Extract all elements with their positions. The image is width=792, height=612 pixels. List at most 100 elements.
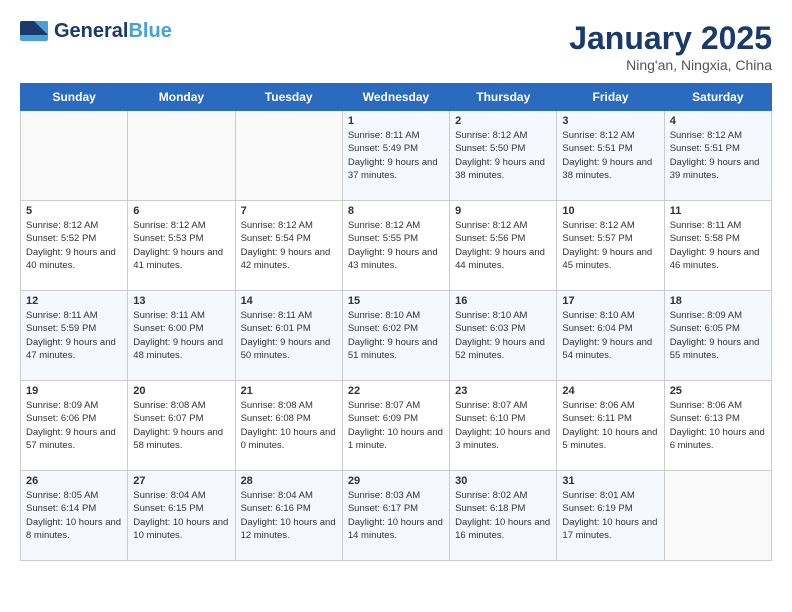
cell-week5-day2: 28 Sunrise: 8:04 AM Sunset: 6:16 PM Dayli… bbox=[235, 471, 342, 561]
cell-week5-day3: 29 Sunrise: 8:03 AM Sunset: 6:17 PM Dayli… bbox=[342, 471, 449, 561]
col-monday: Monday bbox=[128, 84, 235, 111]
day-number: 4 bbox=[670, 115, 766, 127]
day-info: Sunrise: 8:09 AM Sunset: 6:06 PM Dayligh… bbox=[26, 399, 122, 452]
cell-week1-day5: 3 Sunrise: 8:12 AM Sunset: 5:51 PM Daylig… bbox=[557, 111, 664, 201]
logo: GeneralBlue bbox=[20, 20, 172, 42]
day-number: 26 bbox=[26, 475, 122, 487]
day-info: Sunrise: 8:12 AM Sunset: 5:56 PM Dayligh… bbox=[455, 219, 551, 272]
cell-week2-day6: 11Sunrise: 8:11 AM Sunset: 5:58 PM Dayli… bbox=[664, 201, 771, 291]
col-sunday: Sunday bbox=[21, 84, 128, 111]
day-number: 20 bbox=[133, 385, 229, 397]
day-info: Sunrise: 8:10 AM Sunset: 6:03 PM Dayligh… bbox=[455, 309, 551, 362]
day-number: 5 bbox=[26, 205, 122, 217]
header-row: Sunday Monday Tuesday Wednesday Thursday… bbox=[21, 84, 772, 111]
col-wednesday: Wednesday bbox=[342, 84, 449, 111]
day-number: 16 bbox=[455, 295, 551, 307]
cell-week3-day0: 12Sunrise: 8:11 AM Sunset: 5:59 PM Dayli… bbox=[21, 291, 128, 381]
day-number: 7 bbox=[241, 205, 337, 217]
cell-week3-day5: 17Sunrise: 8:10 AM Sunset: 6:04 PM Dayli… bbox=[557, 291, 664, 381]
week-row-1: 1 Sunrise: 8:11 AM Sunset: 5:49 PM Daylig… bbox=[21, 111, 772, 201]
cell-week2-day2: 7 Sunrise: 8:12 AM Sunset: 5:54 PM Daylig… bbox=[235, 201, 342, 291]
cell-week3-day1: 13Sunrise: 8:11 AM Sunset: 6:00 PM Dayli… bbox=[128, 291, 235, 381]
cell-week2-day4: 9 Sunrise: 8:12 AM Sunset: 5:56 PM Daylig… bbox=[450, 201, 557, 291]
day-number: 15 bbox=[348, 295, 444, 307]
day-info: Sunrise: 8:02 AM Sunset: 6:18 PM Dayligh… bbox=[455, 489, 551, 542]
cell-week2-day1: 6 Sunrise: 8:12 AM Sunset: 5:53 PM Daylig… bbox=[128, 201, 235, 291]
cell-week4-day4: 23 Sunrise: 8:07 AM Sunset: 6:10 PM Dayli… bbox=[450, 381, 557, 471]
day-number: 28 bbox=[241, 475, 337, 487]
week-row-4: 19Sunrise: 8:09 AM Sunset: 6:06 PM Dayli… bbox=[21, 381, 772, 471]
day-info: Sunrise: 8:10 AM Sunset: 6:02 PM Dayligh… bbox=[348, 309, 444, 362]
day-info: Sunrise: 8:04 AM Sunset: 6:16 PM Dayligh… bbox=[241, 489, 337, 542]
cell-week2-day5: 10 Sunrise: 8:12 AM Sunset: 5:57 PM Dayli… bbox=[557, 201, 664, 291]
day-number: 17 bbox=[562, 295, 658, 307]
cell-week5-day4: 30Sunrise: 8:02 AM Sunset: 6:18 PM Dayli… bbox=[450, 471, 557, 561]
day-info: Sunrise: 8:06 AM Sunset: 6:13 PM Dayligh… bbox=[670, 399, 766, 452]
day-number: 1 bbox=[348, 115, 444, 127]
cell-week5-day1: 27 Sunrise: 8:04 AM Sunset: 6:15 PM Dayli… bbox=[128, 471, 235, 561]
calendar-table: Sunday Monday Tuesday Wednesday Thursday… bbox=[20, 83, 772, 561]
day-info: Sunrise: 8:07 AM Sunset: 6:10 PM Dayligh… bbox=[455, 399, 551, 452]
day-info: Sunrise: 8:12 AM Sunset: 5:53 PM Dayligh… bbox=[133, 219, 229, 272]
day-number: 24 bbox=[562, 385, 658, 397]
cell-week1-day0 bbox=[21, 111, 128, 201]
col-tuesday: Tuesday bbox=[235, 84, 342, 111]
cell-week4-day1: 20 Sunrise: 8:08 AM Sunset: 6:07 PM Dayli… bbox=[128, 381, 235, 471]
day-number: 22 bbox=[348, 385, 444, 397]
day-number: 29 bbox=[348, 475, 444, 487]
day-info: Sunrise: 8:12 AM Sunset: 5:55 PM Dayligh… bbox=[348, 219, 444, 272]
day-number: 10 bbox=[562, 205, 658, 217]
cell-week2-day0: 5 Sunrise: 8:12 AM Sunset: 5:52 PM Daylig… bbox=[21, 201, 128, 291]
cell-week3-day3: 15 Sunrise: 8:10 AM Sunset: 6:02 PM Dayli… bbox=[342, 291, 449, 381]
calendar-subtitle: Ning'an, Ningxia, China bbox=[569, 57, 772, 73]
cell-week4-day3: 22Sunrise: 8:07 AM Sunset: 6:09 PM Dayli… bbox=[342, 381, 449, 471]
day-info: Sunrise: 8:12 AM Sunset: 5:57 PM Dayligh… bbox=[562, 219, 658, 272]
cell-week5-day0: 26 Sunrise: 8:05 AM Sunset: 6:14 PM Dayli… bbox=[21, 471, 128, 561]
day-info: Sunrise: 8:05 AM Sunset: 6:14 PM Dayligh… bbox=[26, 489, 122, 542]
day-number: 23 bbox=[455, 385, 551, 397]
day-number: 21 bbox=[241, 385, 337, 397]
day-info: Sunrise: 8:11 AM Sunset: 5:59 PM Dayligh… bbox=[26, 309, 122, 362]
day-number: 2 bbox=[455, 115, 551, 127]
day-info: Sunrise: 8:11 AM Sunset: 5:49 PM Dayligh… bbox=[348, 129, 444, 182]
calendar-body: 1 Sunrise: 8:11 AM Sunset: 5:49 PM Daylig… bbox=[21, 111, 772, 561]
day-number: 3 bbox=[562, 115, 658, 127]
cell-week5-day6 bbox=[664, 471, 771, 561]
logo-text: GeneralBlue bbox=[54, 20, 172, 42]
week-row-5: 26 Sunrise: 8:05 AM Sunset: 6:14 PM Dayli… bbox=[21, 471, 772, 561]
day-number: 31 bbox=[562, 475, 658, 487]
cell-week4-day2: 21 Sunrise: 8:08 AM Sunset: 6:08 PM Dayli… bbox=[235, 381, 342, 471]
day-number: 27 bbox=[133, 475, 229, 487]
week-row-2: 5 Sunrise: 8:12 AM Sunset: 5:52 PM Daylig… bbox=[21, 201, 772, 291]
day-info: Sunrise: 8:08 AM Sunset: 6:07 PM Dayligh… bbox=[133, 399, 229, 452]
day-info: Sunrise: 8:04 AM Sunset: 6:15 PM Dayligh… bbox=[133, 489, 229, 542]
week-row-3: 12Sunrise: 8:11 AM Sunset: 5:59 PM Dayli… bbox=[21, 291, 772, 381]
day-info: Sunrise: 8:08 AM Sunset: 6:08 PM Dayligh… bbox=[241, 399, 337, 452]
cell-week4-day0: 19Sunrise: 8:09 AM Sunset: 6:06 PM Dayli… bbox=[21, 381, 128, 471]
cell-week4-day5: 24Sunrise: 8:06 AM Sunset: 6:11 PM Dayli… bbox=[557, 381, 664, 471]
day-info: Sunrise: 8:03 AM Sunset: 6:17 PM Dayligh… bbox=[348, 489, 444, 542]
calendar-title: January 2025 bbox=[569, 20, 772, 57]
day-info: Sunrise: 8:11 AM Sunset: 6:00 PM Dayligh… bbox=[133, 309, 229, 362]
col-saturday: Saturday bbox=[664, 84, 771, 111]
day-number: 8 bbox=[348, 205, 444, 217]
day-number: 14 bbox=[241, 295, 337, 307]
cell-week1-day3: 1 Sunrise: 8:11 AM Sunset: 5:49 PM Daylig… bbox=[342, 111, 449, 201]
cell-week1-day4: 2Sunrise: 8:12 AM Sunset: 5:50 PM Daylig… bbox=[450, 111, 557, 201]
cell-week1-day1 bbox=[128, 111, 235, 201]
day-number: 9 bbox=[455, 205, 551, 217]
cell-week3-day4: 16 Sunrise: 8:10 AM Sunset: 6:03 PM Dayli… bbox=[450, 291, 557, 381]
cell-week3-day2: 14 Sunrise: 8:11 AM Sunset: 6:01 PM Dayli… bbox=[235, 291, 342, 381]
day-number: 18 bbox=[670, 295, 766, 307]
day-info: Sunrise: 8:12 AM Sunset: 5:51 PM Dayligh… bbox=[670, 129, 766, 182]
day-number: 6 bbox=[133, 205, 229, 217]
day-info: Sunrise: 8:12 AM Sunset: 5:52 PM Dayligh… bbox=[26, 219, 122, 272]
col-friday: Friday bbox=[557, 84, 664, 111]
day-info: Sunrise: 8:11 AM Sunset: 6:01 PM Dayligh… bbox=[241, 309, 337, 362]
title-block: January 2025 Ning'an, Ningxia, China bbox=[569, 20, 772, 73]
day-number: 11 bbox=[670, 205, 766, 217]
col-thursday: Thursday bbox=[450, 84, 557, 111]
page-header: GeneralBlue January 2025 Ning'an, Ningxi… bbox=[20, 20, 772, 73]
day-info: Sunrise: 8:12 AM Sunset: 5:51 PM Dayligh… bbox=[562, 129, 658, 182]
day-info: Sunrise: 8:12 AM Sunset: 5:54 PM Dayligh… bbox=[241, 219, 337, 272]
